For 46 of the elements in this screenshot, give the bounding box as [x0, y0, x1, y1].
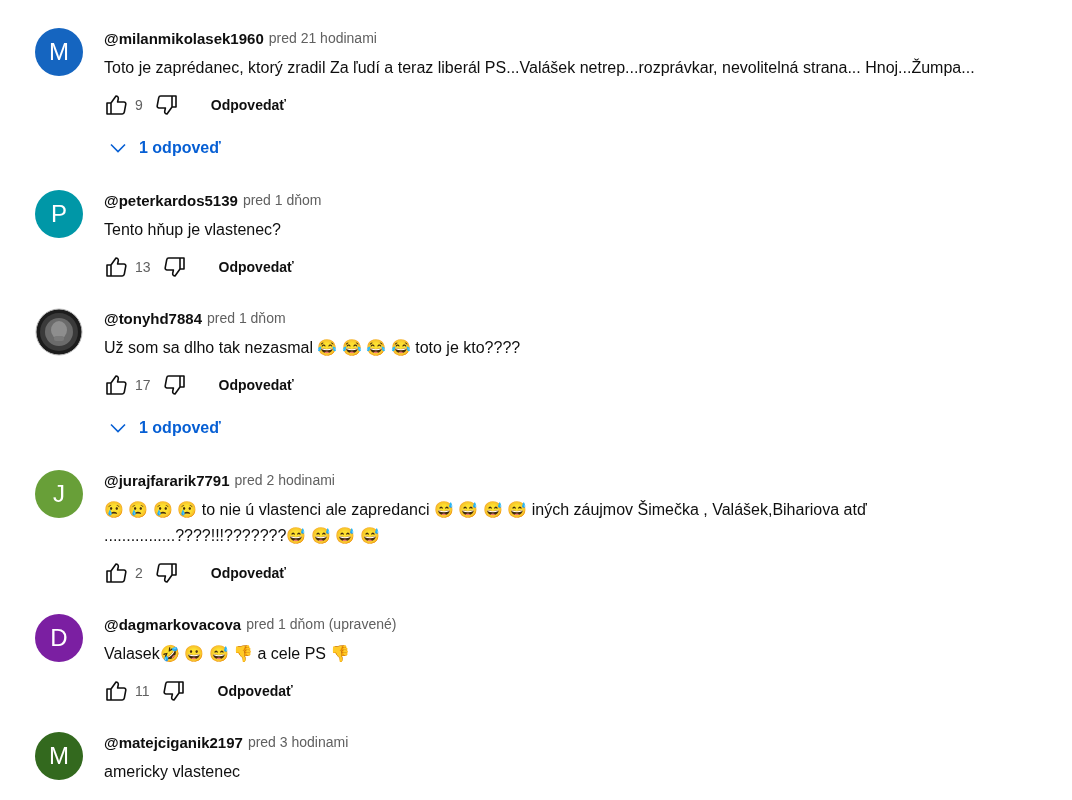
comment-text: Valasek🤣 😀 😅 👎 a cele PS 👎 [104, 644, 351, 664]
like-icon[interactable] [104, 93, 128, 117]
dislike-icon[interactable] [154, 93, 179, 117]
author-name[interactable]: @milanmikolasek1960 [104, 29, 264, 47]
like-icon[interactable] [104, 561, 128, 585]
replies-toggle[interactable]: 1 odpoveď [104, 130, 227, 166]
comment-time[interactable]: pred 1 dňom [207, 310, 286, 326]
reply-button[interactable]: Odpovedať [201, 673, 309, 709]
like-icon[interactable] [104, 679, 128, 703]
comment-text: Toto je zaprédanec, ktorý zradil Za ľudí a teraz liberál PS...Valášek netrep...rozprávkar, nevolitelná strana... Hnoj...Žumpa... [104, 57, 975, 78]
author-name[interactable]: @peterkardos5139 [104, 191, 238, 209]
dislike-icon[interactable] [154, 561, 179, 585]
comment-time[interactable]: pred 1 dňom [242, 192, 322, 208]
author-name[interactable]: @matejciganik2197 [104, 733, 243, 751]
comment-time[interactable]: pred 21 hodinami [268, 30, 377, 46]
like-count: 11 [135, 683, 150, 699]
avatar[interactable]: M [35, 732, 83, 780]
author-name[interactable]: @dagmarkovacova [104, 615, 242, 633]
comment-time[interactable]: pred 2 hodinami [234, 472, 335, 488]
comment-time[interactable]: pred 1 dňom (upravené) [246, 616, 397, 632]
avatar[interactable]: M [35, 28, 83, 76]
like-count: 9 [135, 97, 143, 113]
comment-text: Už som sa dlho tak nezasmal 😂 😂 😂 😂 toto je kto???? [104, 338, 521, 358]
like-count: 13 [135, 259, 151, 275]
dislike-icon[interactable] [162, 373, 187, 397]
like-count: 17 [135, 377, 151, 393]
author-name[interactable]: @jurajfararik7791 [104, 471, 230, 489]
like-icon[interactable] [104, 373, 128, 397]
dislike-icon[interactable] [162, 255, 187, 279]
like-count: 2 [135, 565, 143, 581]
replies-toggle[interactable]: 1 odpoveď [104, 410, 227, 446]
chevron-down-icon [110, 143, 126, 153]
reply-button[interactable]: Odpovedať [194, 87, 302, 123]
comment-time[interactable]: pred 3 hodinami [247, 734, 349, 750]
comment-text: americky vlastenec [104, 762, 241, 782]
comment-text: Tento hňup je vlastenec? [104, 220, 281, 240]
reply-button[interactable]: Odpovedať [202, 367, 310, 403]
like-icon[interactable] [104, 255, 128, 279]
dislike-icon[interactable] [161, 679, 186, 703]
chevron-down-icon [110, 423, 126, 433]
comment-text: 😢 😢 😢 😢 to nie ú vlastenci ale zapredanci 😅 😅 😅 😅 iných záujmov Šimečka , Valášek,Bihariova atď ................????!!!???????😅 😅 😅 😅 [104, 499, 868, 546]
reply-button[interactable]: Odpovedať [194, 555, 302, 591]
avatar[interactable]: P [35, 190, 83, 238]
author-name[interactable]: @tonyhd7884 [104, 309, 202, 327]
avatar[interactable]: D [35, 614, 83, 662]
reply-button[interactable]: Odpovedať [202, 249, 310, 285]
